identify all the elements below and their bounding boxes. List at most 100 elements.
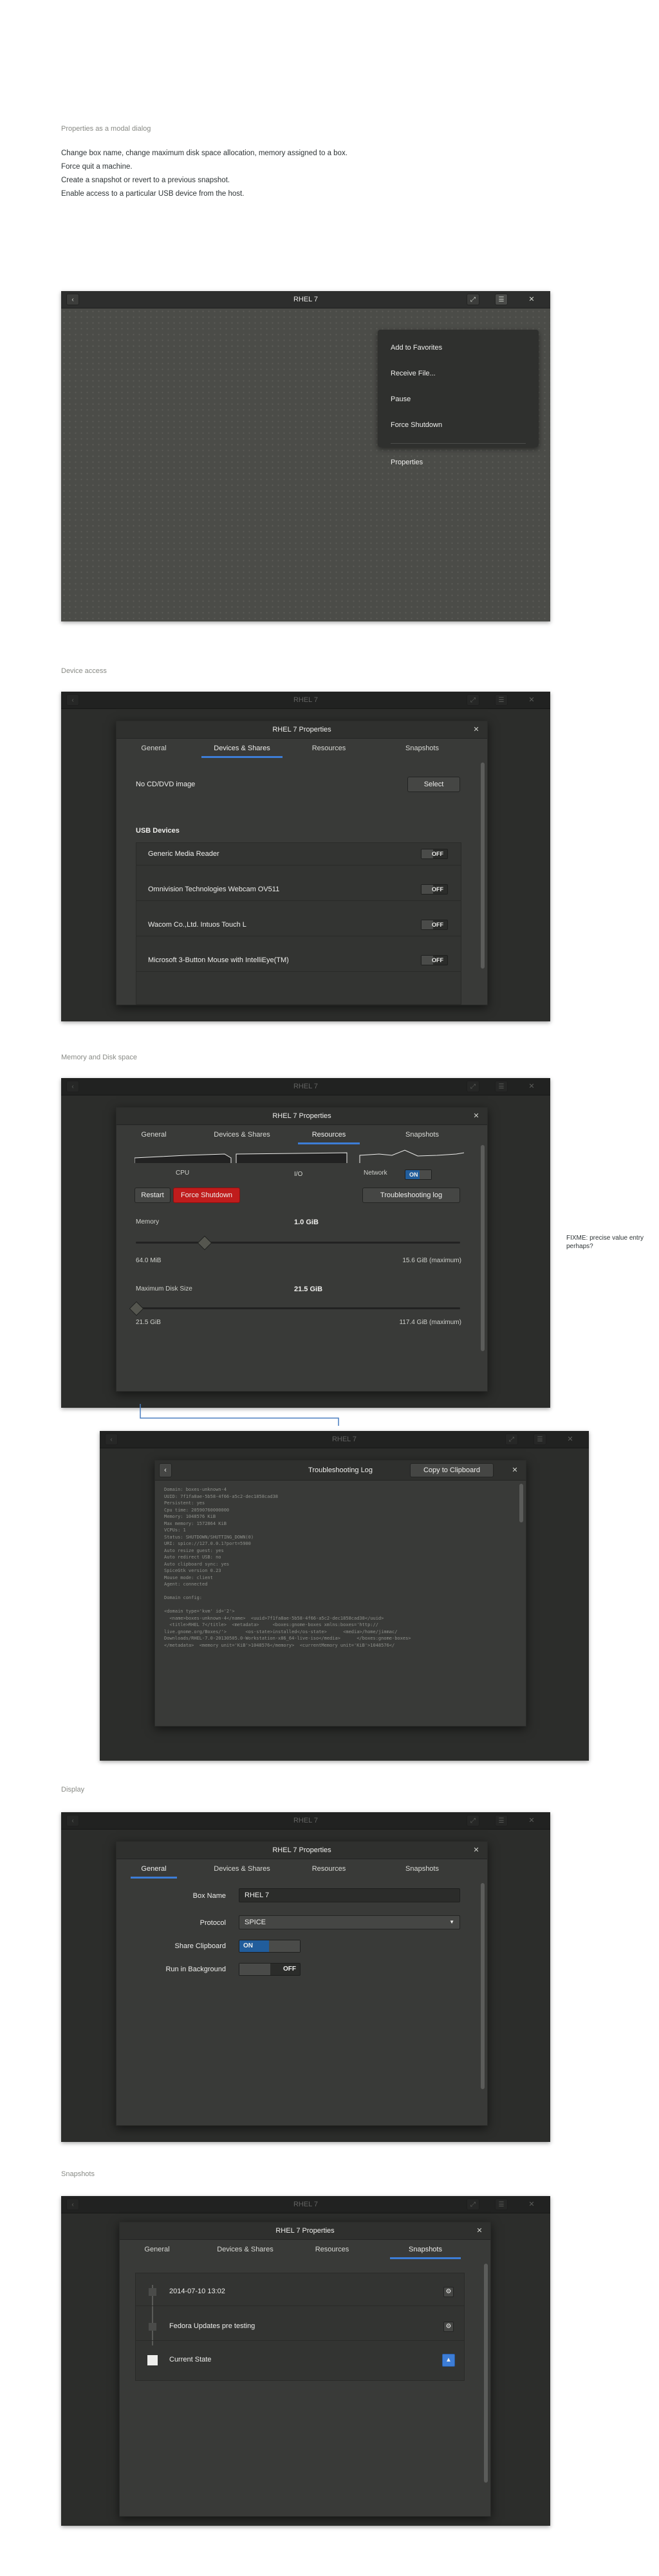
tab-general[interactable]: General	[138, 2240, 176, 2259]
snapshot-list: 2014-07-10 13:02 ⚙ Fedora Updates pre te…	[135, 2273, 465, 2381]
network-graph	[359, 1150, 464, 1163]
list-item[interactable]: 2014-07-10 13:02 ⚙	[136, 2278, 464, 2306]
section-display: Display	[61, 1786, 85, 1794]
usb-toggle[interactable]: OFF	[421, 849, 448, 859]
tab-snapshots[interactable]: Snapshots	[393, 1125, 451, 1144]
share-clipboard-toggle[interactable]: ON	[239, 1940, 301, 1953]
cpu-label: CPU	[176, 1170, 190, 1177]
menu-item-properties[interactable]: Properties	[391, 459, 423, 466]
close-icon[interactable]: ✕	[470, 1844, 482, 1856]
tab-snapshots[interactable]: Snapshots	[390, 2240, 461, 2259]
disk-slider-knob[interactable]	[129, 1301, 144, 1316]
properties-dialog: RHEL 7 Properties ✕ General Devices & Sh…	[116, 721, 488, 1005]
gear-icon[interactable]: ⚙	[443, 2287, 454, 2297]
properties-dialog: RHEL 7 Properties ✕ General Devices & Sh…	[119, 2222, 491, 2517]
disk-max: 117.4 GiB (maximum)	[399, 1319, 461, 1326]
switch-state: OFF	[432, 957, 443, 963]
tab-resources[interactable]: Resources	[303, 1859, 355, 1879]
log-text[interactable]: Domain: boxes-unknown-4 UUID: 7f1fa8ae-5…	[164, 1486, 512, 1725]
chevron-down-icon: ▼	[449, 1919, 454, 1925]
gear-icon[interactable]: ⚙	[443, 2322, 454, 2332]
copy-to-clipboard-button[interactable]: Copy to Clipboard	[410, 1463, 494, 1477]
tab-devices-shares[interactable]: Devices & Shares	[205, 2240, 286, 2259]
usb-heading: USB Devices	[136, 827, 180, 835]
memory-slider-knob[interactable]	[197, 1235, 212, 1251]
restart-button[interactable]: Restart	[135, 1188, 171, 1203]
switch-state: OFF	[432, 886, 443, 893]
switch-state: OFF	[432, 851, 443, 857]
usb-device-name: Generic Media Reader	[148, 850, 219, 858]
menu-button[interactable]: ☰	[495, 294, 508, 305]
current-state-icon	[147, 2355, 158, 2365]
dialog-title: RHEL 7 Properties	[272, 1112, 331, 1120]
close-icon[interactable]: ✕	[526, 294, 537, 305]
tab-devices-shares[interactable]: Devices & Shares	[201, 739, 283, 758]
intro-line: Enable access to a particular USB device…	[61, 190, 245, 198]
tab-general[interactable]: General	[131, 1859, 177, 1879]
switch-knob	[239, 1964, 270, 1975]
close-icon[interactable]: ✕	[470, 724, 482, 735]
tab-snapshots[interactable]: Snapshots	[393, 1859, 451, 1879]
tab-general[interactable]: General	[135, 739, 173, 758]
fullscreen-button[interactable]: ⤢	[467, 294, 479, 305]
snapshot-name: 2014-07-10 13:02	[169, 2287, 225, 2295]
menu-item-pause[interactable]: Pause	[391, 395, 411, 403]
io-graph	[236, 1152, 348, 1163]
tab-devices-shares[interactable]: Devices & Shares	[201, 1859, 283, 1879]
usb-toggle[interactable]: OFF	[421, 920, 448, 930]
scrollbar[interactable]	[519, 1484, 523, 1522]
tab-bar: General Devices & Shares Resources Snaps…	[116, 1125, 487, 1144]
scrollbar[interactable]	[481, 762, 485, 969]
force-shutdown-button[interactable]: Force Shutdown	[173, 1188, 240, 1203]
switch-knob	[269, 1940, 300, 1952]
list-item: Generic Media Reader OFF	[136, 843, 461, 866]
protocol-select[interactable]: SPICE ▼	[239, 1915, 460, 1929]
troubleshooting-log-button[interactable]: Troubleshooting log	[362, 1188, 460, 1203]
list-item[interactable]: Fedora Updates pre testing ⚙	[136, 2313, 464, 2341]
tab-resources[interactable]: Resources	[303, 739, 355, 758]
protocol-label: Protocol	[200, 1919, 226, 1927]
general-content: Box Name RHEL 7 Protocol SPICE ▼ Share C…	[116, 1879, 487, 2125]
dialog-title: RHEL 7 Properties	[275, 2227, 335, 2235]
tab-resources[interactable]: Resources	[298, 1125, 360, 1144]
select-button[interactable]: Select	[407, 777, 460, 792]
memory-slider[interactable]	[136, 1242, 460, 1244]
dialog-header: RHEL 7 Properties ✕	[116, 721, 487, 739]
list-item: Wacom Co.,Ltd. Intuos Touch L OFF	[136, 914, 461, 936]
troubleshooting-dialog: ‹ Troubleshooting Log Copy to Clipboard …	[154, 1460, 526, 1727]
boxes-window-menu: ‹ RHEL 7 ⤢ ☰ ✕ Add to Favorites Receive …	[61, 291, 550, 621]
scrollbar[interactable]	[484, 2264, 488, 2483]
close-icon[interactable]: ✕	[509, 1464, 521, 1476]
network-toggle[interactable]: ON	[405, 1170, 432, 1180]
box-name-field[interactable]: RHEL 7	[239, 1888, 460, 1902]
menu-item-receive-file[interactable]: Receive File...	[391, 370, 436, 377]
disk-slider[interactable]	[136, 1307, 460, 1309]
boxes-window-devices: ‹ RHEL 7 ⤢ ☰ ✕ RHEL 7 Properties ✕ Gener…	[61, 692, 550, 1021]
menu-item-force-shutdown[interactable]: Force Shutdown	[391, 421, 442, 429]
menu-item-add-to-favorites[interactable]: Add to Favorites	[391, 344, 442, 352]
switch-state: ON	[243, 1942, 253, 1949]
snapshot-name: Fedora Updates pre testing	[169, 2322, 255, 2330]
resources-content: CPU I/O Network ON Restart Force Shutdow…	[116, 1145, 487, 1391]
tab-resources[interactable]: Resources	[306, 2240, 358, 2259]
close-icon[interactable]: ✕	[470, 1110, 482, 1122]
devices-content: No CD/DVD image Select USB Devices Gener…	[116, 759, 487, 1005]
tab-snapshots[interactable]: Snapshots	[393, 739, 451, 758]
usb-toggle[interactable]: OFF	[421, 955, 448, 965]
clipboard-label: Share Clipboard	[174, 1942, 227, 1950]
create-snapshot-button[interactable]: ▲	[442, 2354, 455, 2367]
connector-path	[140, 1404, 339, 1426]
tab-devices-shares[interactable]: Devices & Shares	[201, 1125, 283, 1144]
section-device-access: Device access	[61, 667, 107, 675]
disk-label: Maximum Disk Size	[136, 1285, 192, 1293]
scrollbar[interactable]	[481, 1145, 485, 1351]
activity-graphs	[135, 1150, 464, 1163]
usb-toggle[interactable]: OFF	[421, 884, 448, 895]
scrollbar[interactable]	[481, 1883, 485, 2089]
dialog-header: RHEL 7 Properties ✕	[120, 2222, 490, 2240]
switch-knob	[420, 1170, 431, 1179]
run-in-background-toggle[interactable]: OFF	[239, 1963, 301, 1976]
tab-general[interactable]: General	[135, 1125, 173, 1144]
list-item: Current State ▲	[136, 2347, 464, 2374]
close-icon[interactable]: ✕	[474, 2225, 485, 2237]
